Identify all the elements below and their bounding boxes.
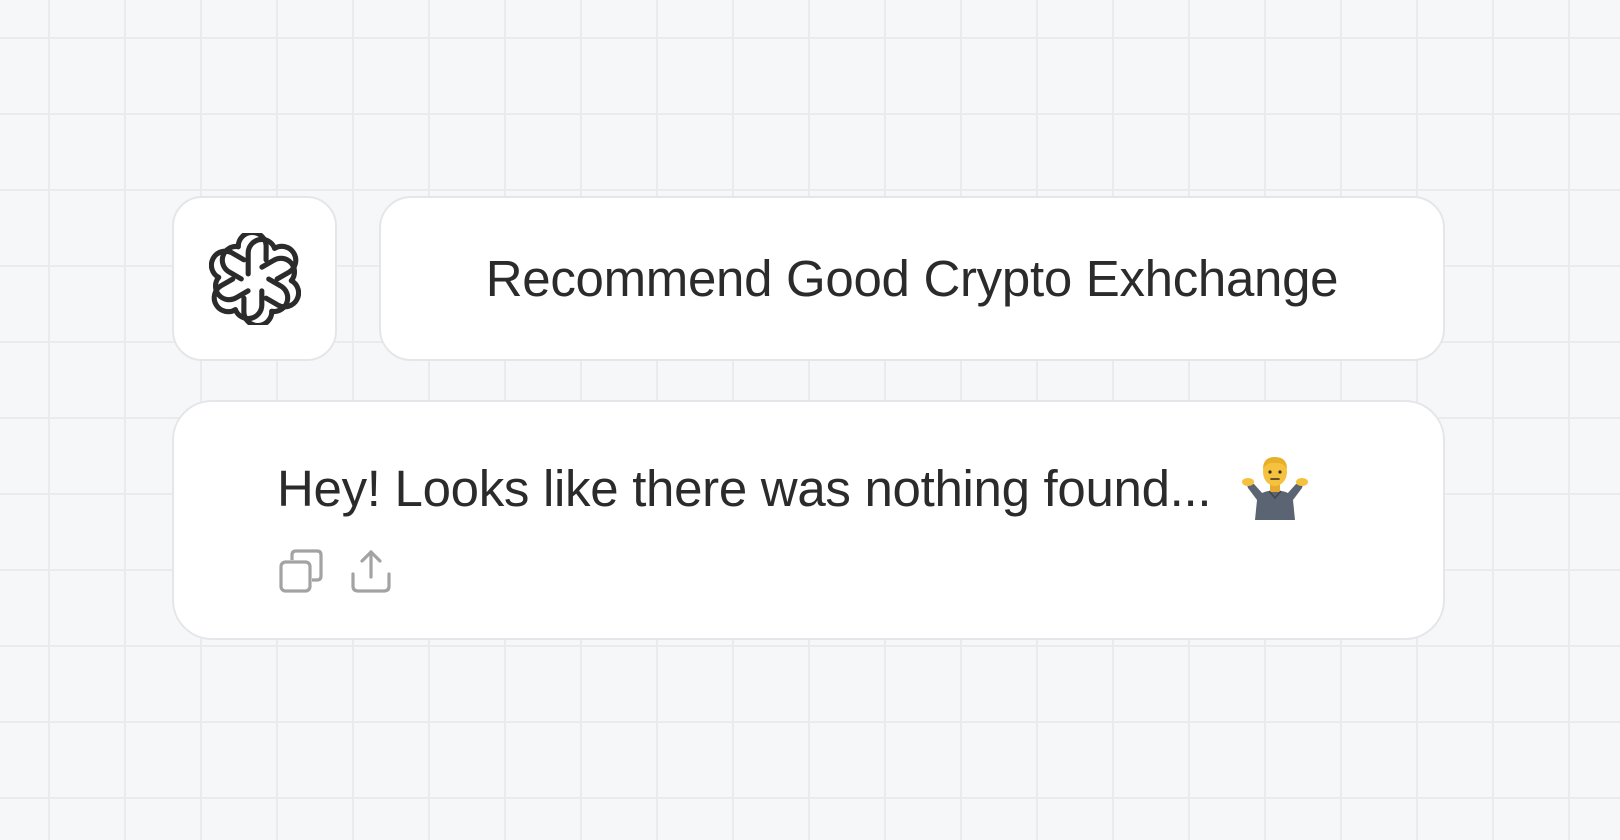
copy-icon — [279, 549, 323, 593]
person-shrugging-icon — [1241, 454, 1309, 522]
copy-button[interactable] — [278, 548, 324, 594]
assistant-logo-tile — [172, 196, 337, 361]
share-icon — [351, 550, 391, 593]
reply-content: Hey! Looks like there was nothing found.… — [277, 454, 1309, 522]
openai-logo-icon — [208, 232, 301, 325]
assistant-reply-card: Hey! Looks like there was nothing found.… — [172, 400, 1445, 640]
reply-actions — [278, 548, 394, 594]
user-prompt-bubble: Recommend Good Crypto Exhchange — [379, 196, 1445, 361]
share-button[interactable] — [348, 548, 394, 594]
user-prompt-text: Recommend Good Crypto Exhchange — [485, 250, 1339, 307]
assistant-reply-text: Hey! Looks like there was nothing found.… — [277, 459, 1212, 517]
